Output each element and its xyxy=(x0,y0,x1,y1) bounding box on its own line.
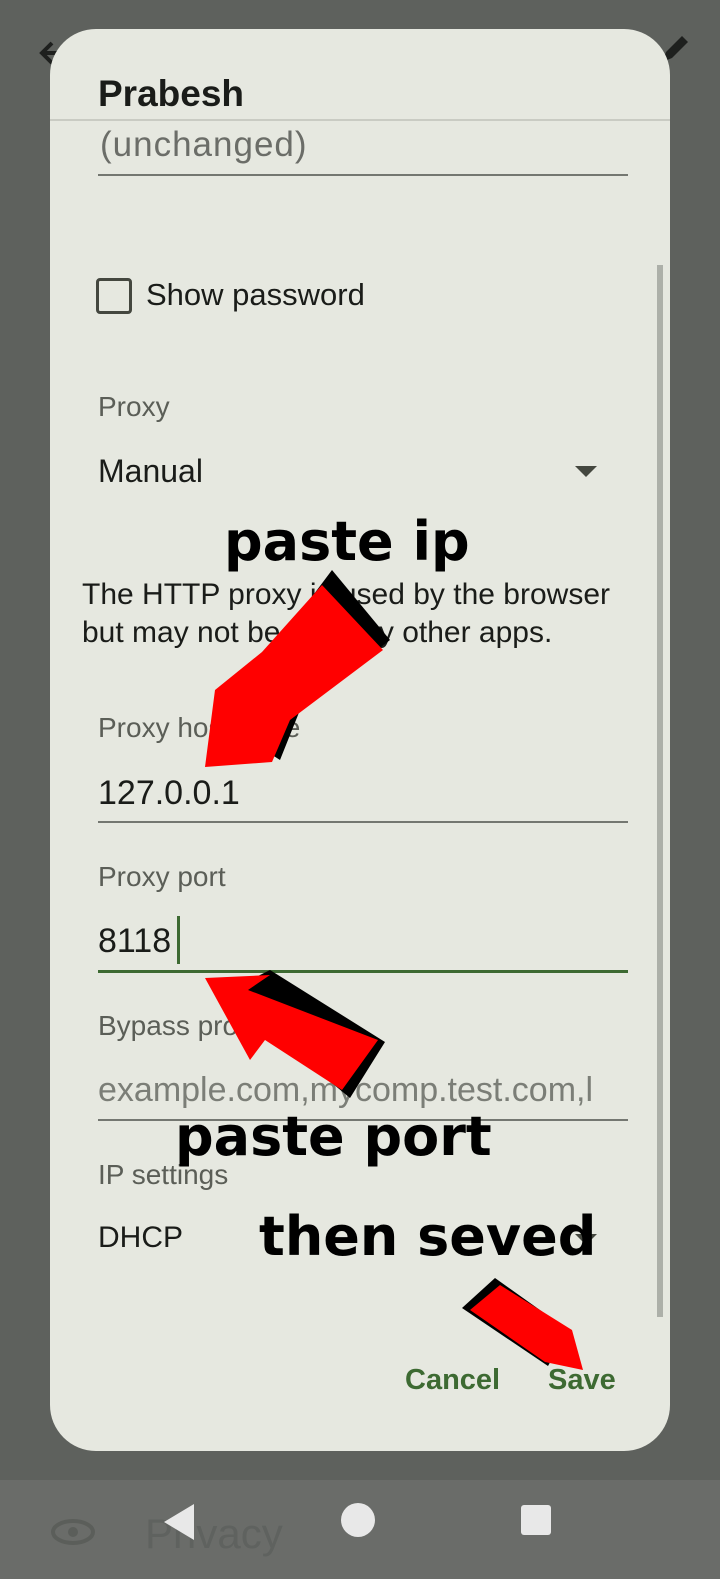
arrow-to-save xyxy=(470,1285,583,1370)
privacy-eye-icon xyxy=(51,1519,95,1545)
back-nav-icon[interactable] xyxy=(160,1502,200,1542)
annotation-paste-ip: paste ip xyxy=(224,510,470,573)
recents-nav-icon[interactable] xyxy=(520,1504,552,1536)
annotation-arrows xyxy=(205,570,583,1370)
home-nav-icon[interactable] xyxy=(340,1502,376,1538)
annotation-then-saved: then seved xyxy=(259,1205,597,1268)
annotation-paste-port: paste port xyxy=(175,1105,492,1168)
